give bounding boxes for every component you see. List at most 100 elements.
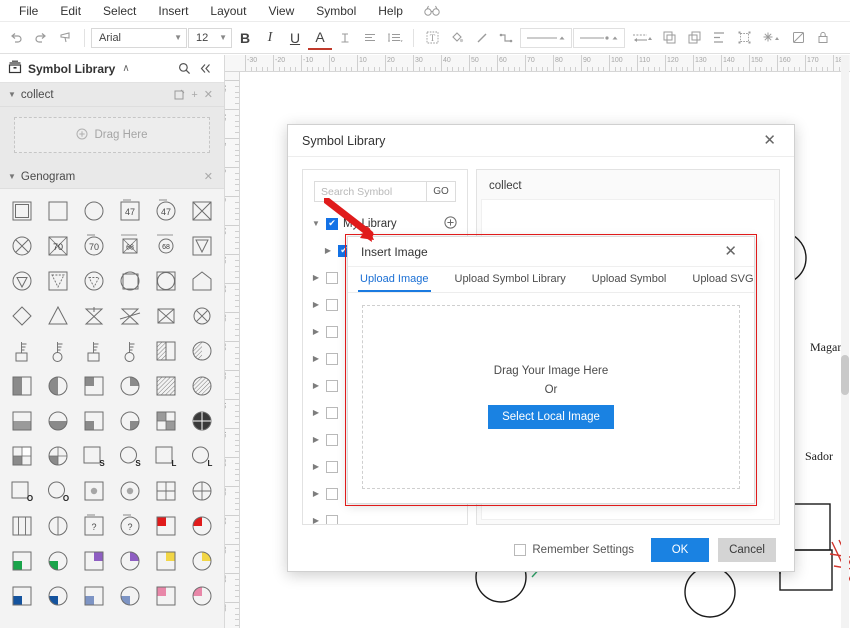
triangle-right-icon[interactable]: ▶ [323, 246, 333, 255]
palette-symbol-hourglass-cross[interactable] [78, 301, 111, 331]
font-color-button[interactable]: A [308, 26, 332, 50]
format-painter-icon[interactable] [54, 26, 78, 50]
menu-item-select[interactable]: Select [92, 1, 147, 21]
font-family-select[interactable]: Arial ▼ [91, 27, 187, 48]
palette-symbol-square-double-border[interactable] [6, 196, 39, 226]
palette-symbol-square-circle-overlap[interactable] [149, 266, 182, 296]
triangle-down-icon[interactable]: ▼ [311, 219, 321, 228]
close-icon[interactable]: ✕ [201, 88, 216, 101]
triangle-right-icon[interactable]: ▶ [311, 300, 321, 309]
palette-symbol-circle-hatch-diag[interactable] [185, 371, 218, 401]
arrow-direction-icon[interactable] [626, 26, 656, 50]
fill-bucket-icon[interactable] [445, 26, 469, 50]
palette-symbol-square-fill-bottomleft-blue[interactable] [6, 581, 39, 611]
group-icon[interactable] [732, 26, 756, 50]
palette-symbol-circle-label-o[interactable]: O [42, 476, 75, 506]
palette-symbol-square-fill-topleft-gray[interactable] [78, 371, 111, 401]
tree-node-checkbox[interactable] [326, 271, 338, 284]
undo-icon[interactable] [4, 26, 28, 50]
palette-symbol-square-plain[interactable] [42, 196, 75, 226]
double-chevron-left-icon[interactable] [195, 62, 216, 75]
palette-symbol-circle-70[interactable]: 70 [78, 231, 111, 261]
triangle-right-icon[interactable]: ▶ [311, 462, 321, 471]
tab-upload-image[interactable]: Upload Image [358, 267, 431, 292]
palette-symbol-square-cross-deceased[interactable] [185, 196, 218, 226]
search-icon[interactable] [174, 62, 195, 75]
tree-node-checkbox[interactable] [326, 433, 338, 446]
text-strikethrough-icon[interactable] [333, 26, 357, 50]
collect-section-header[interactable]: ▼ collect + ✕ [0, 83, 224, 107]
palette-symbol-circle-label-s[interactable]: S [113, 441, 146, 471]
palette-symbol-square-dot-center[interactable] [78, 476, 111, 506]
tree-node-checkbox[interactable] [326, 352, 338, 365]
cancel-button[interactable]: Cancel [718, 538, 776, 562]
palette-symbol-diamond-plain[interactable] [6, 301, 39, 331]
line-weight-select[interactable] [520, 27, 572, 48]
palette-symbol-square-stem-alt[interactable] [78, 336, 111, 366]
tree-node-checkbox[interactable]: ✔ [326, 217, 338, 230]
connector-icon[interactable] [495, 26, 519, 50]
palette-symbol-square-quad-grid[interactable] [149, 476, 182, 506]
palette-symbol-square-quad-checker[interactable] [149, 406, 182, 436]
tab-upload-symbol-library[interactable]: Upload Symbol Library [453, 267, 568, 292]
remember-settings-checkbox[interactable] [514, 544, 527, 556]
palette-symbol-circle-x-small[interactable] [185, 301, 218, 331]
palette-symbol-square-label-s[interactable]: S [78, 441, 111, 471]
italic-button[interactable]: I [258, 26, 282, 50]
palette-symbol-circle-plain[interactable] [78, 196, 111, 226]
tree-node-checkbox[interactable] [326, 460, 338, 473]
tree-node-checkbox[interactable] [326, 298, 338, 311]
bold-button[interactable]: B [233, 26, 257, 50]
ok-button[interactable]: OK [651, 538, 709, 562]
menu-item-symbol[interactable]: Symbol [305, 1, 367, 21]
triangle-right-icon[interactable]: ▶ [311, 381, 321, 390]
palette-symbol-circle-fill-topright-gray[interactable] [113, 371, 146, 401]
go-button[interactable]: GO [426, 181, 456, 202]
image-dropzone[interactable]: Drag Your Image Here Or Select Local Ima… [362, 305, 740, 489]
close-icon[interactable]: ✕ [759, 131, 780, 150]
palette-symbol-square-fill-topright-yellow[interactable] [149, 546, 182, 576]
search-input[interactable] [314, 181, 426, 202]
palette-symbol-circle-fill-bottomleft-blue[interactable] [42, 581, 75, 611]
palette-symbol-square-fill-topleft-pink[interactable] [149, 581, 182, 611]
binoculars-icon[interactable] [414, 5, 450, 16]
palette-symbol-circle-cross-deceased[interactable] [6, 231, 39, 261]
palette-symbol-circle-fill-topright-yellow[interactable] [185, 546, 218, 576]
palette-symbol-circle-fill-bottomleft-lightblue[interactable] [113, 581, 146, 611]
pen-line-icon[interactable] [470, 26, 494, 50]
line-spacing-icon[interactable] [383, 26, 407, 50]
palette-symbol-square-pregnancy-stem[interactable] [6, 336, 39, 366]
palette-symbol-square-fill-bottomleft-green[interactable] [6, 546, 39, 576]
triangle-right-icon[interactable]: ▶ [311, 516, 321, 524]
palette-symbol-circle-question[interactable]: ? [113, 511, 146, 541]
palette-symbol-square-fill-topleft-red[interactable] [149, 511, 182, 541]
triangle-right-icon[interactable]: ▶ [311, 408, 321, 417]
palette-symbol-circle-dot-center[interactable] [113, 476, 146, 506]
palette-symbol-circle-split-vertical[interactable] [42, 511, 75, 541]
palette-symbol-square-label-l[interactable]: L [149, 441, 182, 471]
triangle-right-icon[interactable]: ▶ [311, 327, 321, 336]
palette-symbol-circle-label-l[interactable]: L [185, 441, 218, 471]
palette-symbol-square-x-small-box[interactable] [149, 301, 182, 331]
palette-symbol-square-question[interactable]: ? [78, 511, 111, 541]
arrow-style-select[interactable] [573, 27, 625, 48]
palette-symbol-circle-fill-left-gray[interactable] [42, 371, 75, 401]
align-left-icon[interactable] [358, 26, 382, 50]
tree-node[interactable]: ▶ [303, 507, 467, 524]
tree-node-checkbox[interactable] [326, 379, 338, 392]
remember-settings-row[interactable]: Remember Settings [514, 544, 634, 556]
palette-symbol-square-hatch-diag[interactable] [149, 371, 182, 401]
palette-symbol-square-hatch-left[interactable] [149, 336, 182, 366]
palette-symbol-square-fill-left-gray[interactable] [6, 371, 39, 401]
palette-symbol-circle-stem-alt[interactable] [113, 336, 146, 366]
underline-button[interactable]: U [283, 26, 307, 50]
tree-node-checkbox[interactable] [326, 325, 338, 338]
add-library-icon[interactable] [444, 215, 467, 232]
palette-symbol-circle-fill-topleft-red[interactable] [185, 511, 218, 541]
palette-symbol-pentagon-home[interactable] [185, 266, 218, 296]
palette-symbol-circle-triangle-inside[interactable] [6, 266, 39, 296]
genogram-section-header[interactable]: ▼ Genogram ✕ [0, 165, 224, 189]
palette-symbol-circle-small-68[interactable]: 68 [149, 231, 182, 261]
menu-item-help[interactable]: Help [367, 1, 414, 21]
close-icon[interactable]: ✕ [201, 170, 216, 183]
